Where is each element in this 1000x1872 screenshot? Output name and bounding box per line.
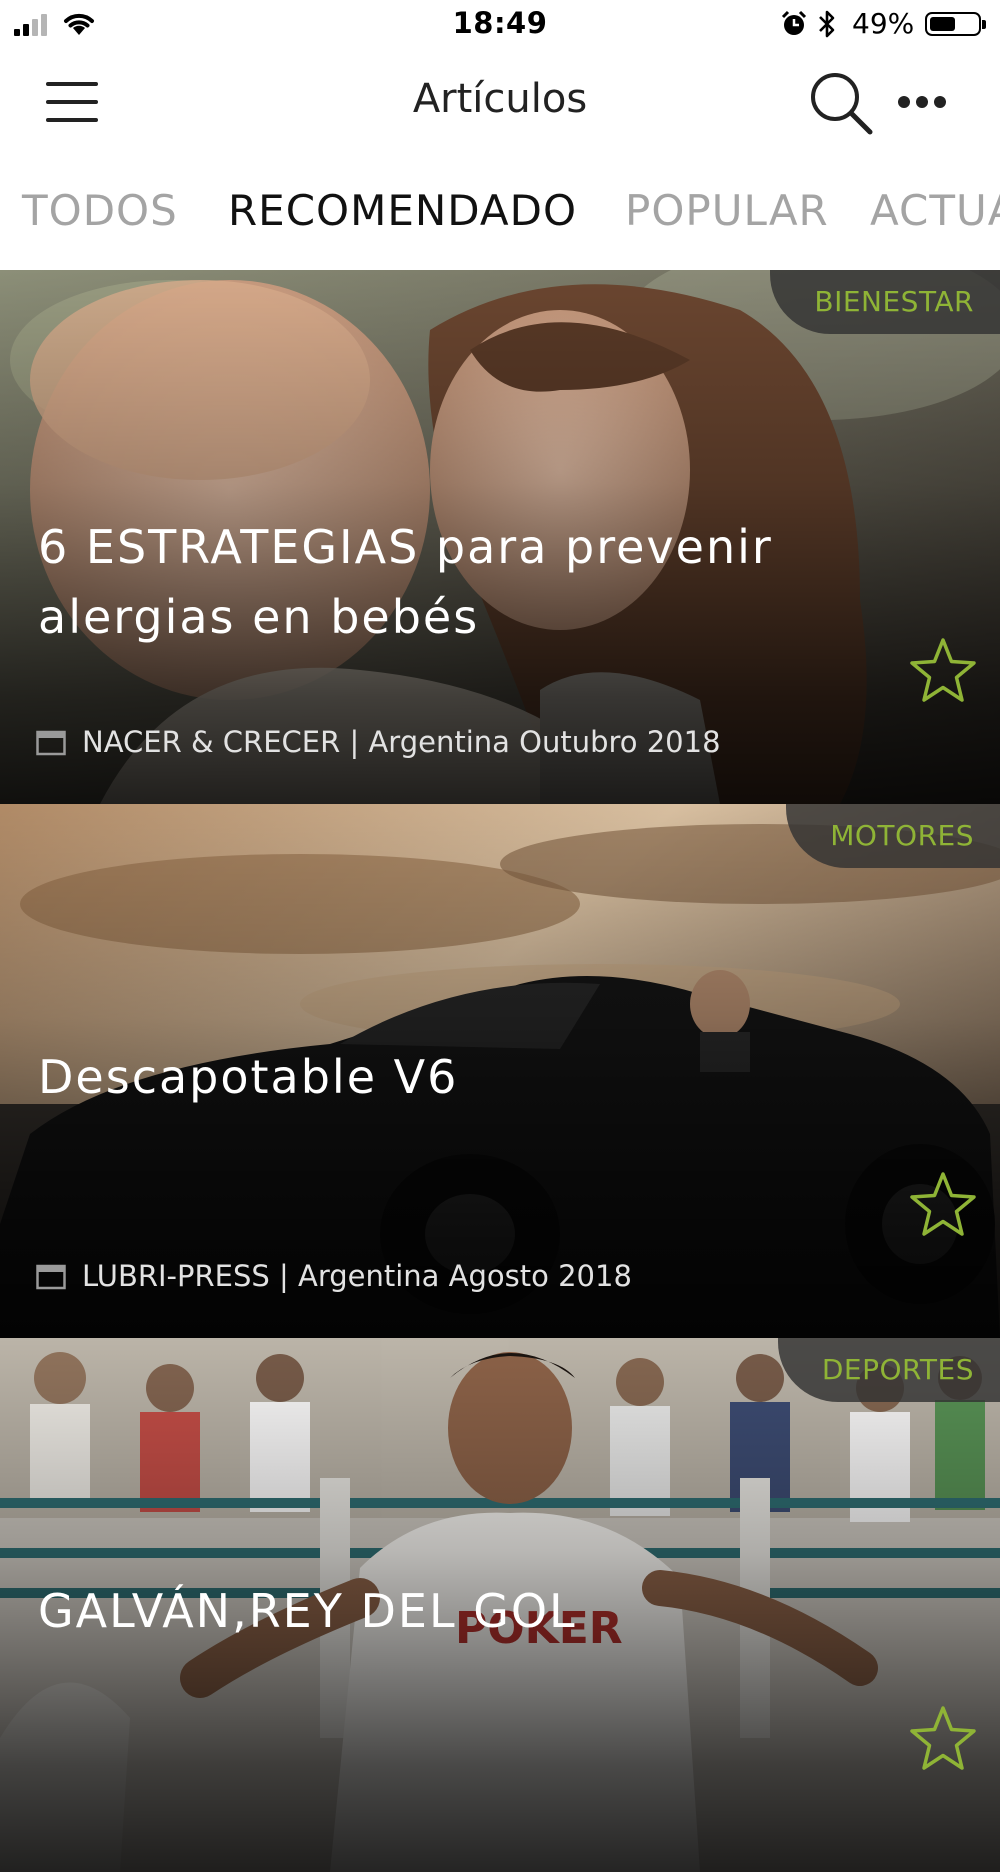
star-icon[interactable]: [908, 636, 978, 706]
article-meta: LUBRI-PRESS | Argentina Agosto 2018: [36, 1259, 632, 1293]
battery-percent: 49%: [852, 7, 915, 40]
tab-todos[interactable]: TODOS: [22, 186, 178, 235]
article-title: Descapotable V6: [38, 1050, 459, 1104]
category-tabs: TODOS RECOMENDADO POPULAR ACTUA: [0, 170, 1000, 254]
tab-popular[interactable]: POPULAR: [625, 186, 829, 235]
tab-actualidad[interactable]: ACTUA: [870, 186, 1000, 235]
article-title: 6 ESTRATEGIAS para prevenir alergias en …: [38, 520, 773, 644]
article-title: GALVÁN,REY DEL GOL: [38, 1584, 577, 1638]
article-source-date: LUBRI-PRESS | Argentina Agosto 2018: [82, 1259, 632, 1293]
article-card[interactable]: MOTORES Descapotable V6 LUBRI-PRESS | Ar…: [0, 804, 1000, 1338]
star-icon[interactable]: [908, 1170, 978, 1240]
clock-time: 18:49: [452, 6, 548, 40]
battery-icon: [925, 12, 986, 36]
category-badge[interactable]: MOTORES: [786, 804, 1000, 868]
category-badge[interactable]: BIENESTAR: [770, 270, 1000, 334]
nav-bar: Artículos: [0, 50, 1000, 156]
article-card[interactable]: BIENESTAR 6 ESTRATEGIAS para prevenir al…: [0, 270, 1000, 804]
article-source-date: NACER & CRECER | Argentina Outubro 2018: [82, 725, 721, 759]
bluetooth-icon: [819, 10, 835, 38]
status-bar: 18:49 49%: [0, 0, 1000, 50]
alarm-icon: [781, 10, 807, 35]
article-meta: NACER & CRECER | Argentina Outubro 2018: [36, 725, 721, 759]
star-icon[interactable]: [908, 1704, 978, 1774]
calendar-icon: [36, 1264, 66, 1290]
article-card[interactable]: POKER DEPORTES GALVÁN,REY DEL GOL: [0, 1338, 1000, 1872]
tab-recomendado[interactable]: RECOMENDADO: [228, 186, 577, 235]
category-badge[interactable]: DEPORTES: [777, 1338, 1000, 1402]
more-icon[interactable]: [898, 94, 946, 110]
calendar-icon: [36, 730, 66, 756]
search-icon[interactable]: [808, 70, 874, 136]
